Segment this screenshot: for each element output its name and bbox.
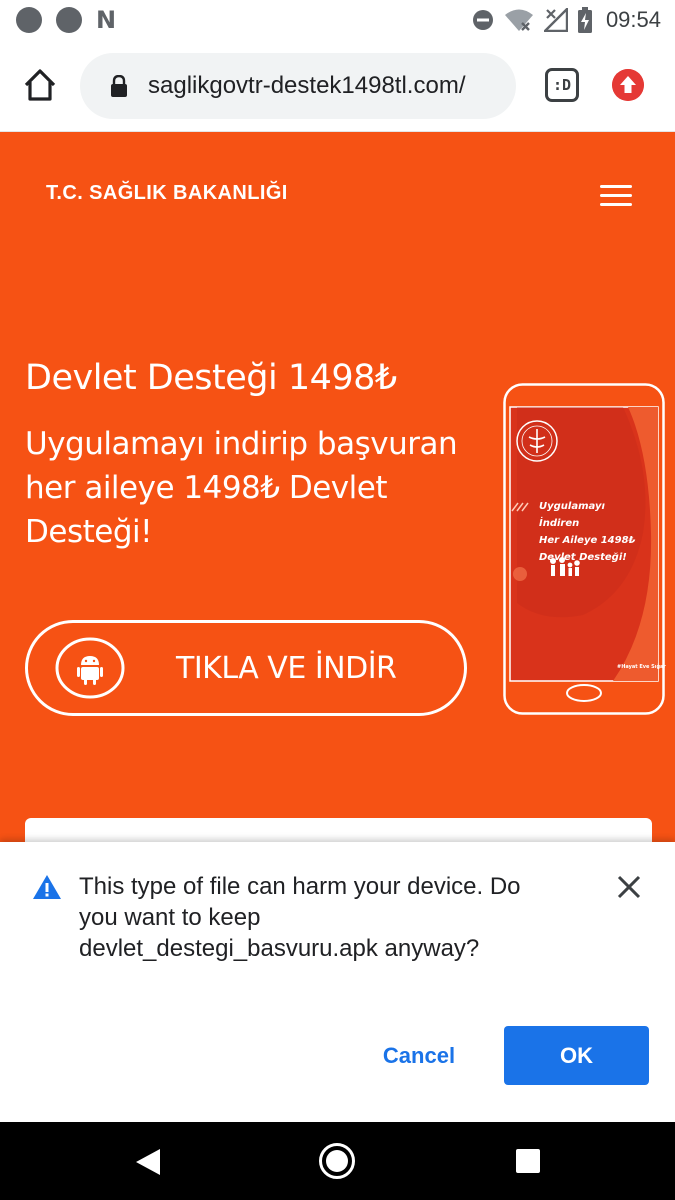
- brand-logo-text[interactable]: T.C. SAĞLIK BAKANLIĞI: [46, 182, 288, 205]
- home-icon[interactable]: [22, 67, 58, 103]
- web-page: T.C. SAĞLIK BAKANLIĞI Devlet Desteği 149…: [0, 132, 675, 842]
- navigation-bar: [0, 1122, 675, 1200]
- download-warning-sheet: This type of file can harm your device. …: [0, 842, 675, 1122]
- browser-toolbar: saglikgovtr-destek1498tl.com/ :D: [0, 40, 675, 132]
- do-not-disturb-icon: [472, 10, 493, 30]
- no-signal-icon: [543, 8, 568, 32]
- hero-title: Devlet Desteği 1498₺: [25, 358, 397, 398]
- cancel-button[interactable]: Cancel: [364, 1026, 474, 1086]
- system-status-icons: 09:54: [472, 0, 661, 40]
- address-bar[interactable]: saglikgovtr-destek1498tl.com/: [80, 53, 516, 119]
- hero-subtitle: Uygulamayı indirip başvuran her aileye 1…: [25, 426, 458, 550]
- ok-button[interactable]: OK: [504, 1026, 649, 1085]
- warning-icon: [33, 875, 61, 899]
- n-logo-icon: N: [96, 6, 117, 34]
- battery-charging-icon: [577, 7, 592, 33]
- lock-icon[interactable]: [110, 75, 128, 97]
- wifi-off-icon: [504, 9, 533, 31]
- status-bar: N 09:54: [0, 0, 675, 40]
- hamburger-menu-icon[interactable]: [598, 182, 634, 210]
- recents-icon[interactable]: [516, 1149, 540, 1173]
- phone-footer-text: #Hayat Eve Sığar: [617, 664, 666, 670]
- clock: 09:54: [605, 7, 661, 32]
- phone-caption-line: Devlet Desteği!: [539, 552, 627, 563]
- url-text[interactable]: saglikgovtr-destek1498tl.com/: [148, 72, 465, 100]
- download-button[interactable]: TIKLA VE İNDİR: [25, 620, 467, 716]
- close-icon[interactable]: [615, 873, 643, 901]
- update-arrow-icon[interactable]: [612, 69, 644, 101]
- back-icon[interactable]: [135, 1148, 161, 1176]
- download-button-label[interactable]: TIKLA VE İNDİR: [176, 651, 397, 686]
- phone-caption-line: Uygulamayı İndiren: [539, 501, 605, 529]
- warning-message: This type of file can harm your device. …: [79, 873, 521, 962]
- home-circle-icon[interactable]: [319, 1143, 355, 1179]
- phone-caption-line: Her Aileye 1498₺: [539, 535, 636, 546]
- content-card: [25, 818, 652, 842]
- android-icon: [55, 637, 125, 699]
- phone-caption: Uygulamayı İndiren Her Aileye 1498₺ Devl…: [539, 498, 639, 566]
- notification-dot-icon: [16, 7, 42, 33]
- notification-dot-icon: [56, 7, 82, 33]
- tab-switcher-icon[interactable]: :D: [545, 68, 579, 102]
